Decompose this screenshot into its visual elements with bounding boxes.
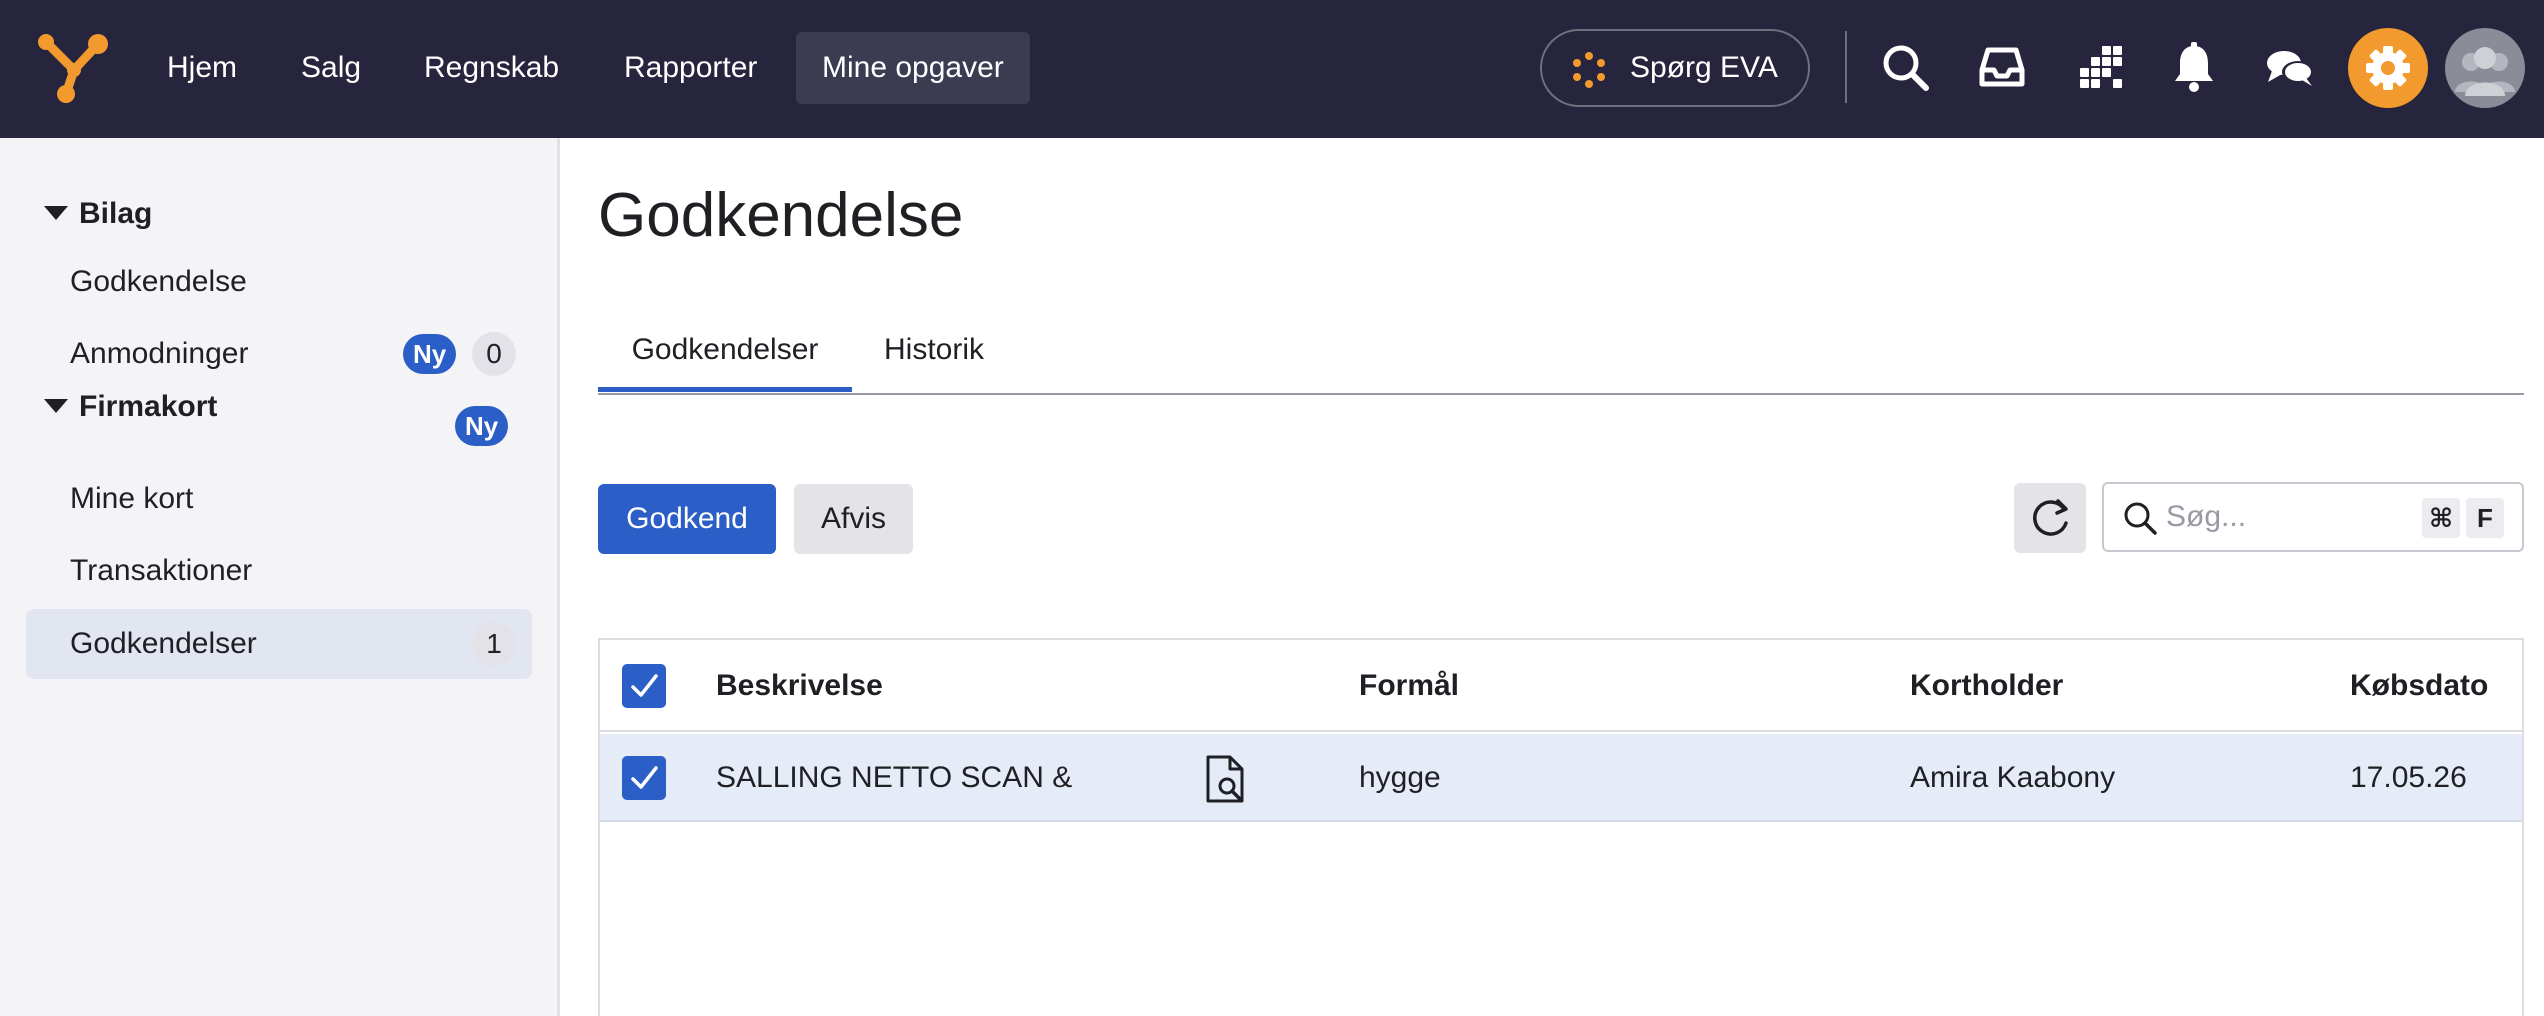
toolbar-divider [1845,31,1847,103]
eva-dots-icon [1570,51,1608,89]
select-all-checkbox[interactable] [622,664,666,708]
column-header-purpose[interactable]: Formål [1359,640,1459,732]
row-checkbox[interactable] [622,756,666,800]
apps-icon[interactable] [2066,36,2130,100]
avatar[interactable] [2445,28,2525,108]
checkmark-icon [631,674,658,697]
table-header: Beskrivelse Formål Kortholder Købsdato [600,640,2522,732]
logo-icon[interactable] [36,30,110,104]
shortcut-cmd-key: ⌘ [2422,498,2460,538]
nav-item-rapporter[interactable]: Rapporter [598,32,783,104]
new-badge: Ny [455,406,509,446]
search-field[interactable]: ⌘ F [2102,482,2524,552]
sidebar: Bilag Godkendelse Anmodninger Ny 0 Firma… [0,138,560,1016]
approvals-table: Beskrivelse Formål Kortholder Købsdato S… [598,638,2524,1016]
sidebar-item-label: Anmodninger [70,337,249,370]
ask-eva-label: Spørg EVA [1630,51,1778,84]
sidebar-item-label: Mine kort [70,482,194,515]
sidebar-item-label: Godkendelse [70,265,247,298]
sidebar-item-label: Godkendelser [70,627,257,660]
sidebar-item-anmodninger[interactable]: Anmodninger Ny 0 [26,319,532,389]
refresh-button[interactable] [2014,483,2086,553]
bell-icon[interactable] [2162,36,2226,100]
column-header-description[interactable]: Beskrivelse [716,640,883,732]
new-badge: Ny [403,334,457,374]
tab-historik[interactable]: Historik [868,322,1000,392]
caret-down-icon [44,206,68,220]
shortcut-f-key: F [2466,498,2504,538]
count-badge: 1 [472,622,516,666]
inbox-icon[interactable] [1970,36,2034,100]
sidebar-item-mine-kort[interactable]: Mine kort [26,464,532,534]
column-header-cardholder[interactable]: Kortholder [1910,640,2063,732]
sidebar-item-transaktioner[interactable]: Transaktioner [26,536,532,606]
refresh-icon [2033,499,2068,536]
nav-item-salg[interactable]: Salg [275,32,387,104]
caret-down-icon [44,399,68,413]
document-preview-icon[interactable] [1204,754,1248,804]
cell-purpose: hygge [1359,761,1441,794]
sidebar-item-godkendelse[interactable]: Godkendelse [26,247,532,317]
search-input[interactable] [2166,494,2406,540]
nav-item-regnskab[interactable]: Regnskab [398,32,585,104]
reject-button[interactable]: Afvis [794,484,913,554]
settings-button[interactable] [2348,28,2428,108]
search-icon[interactable] [1874,36,1938,100]
gear-icon [2366,46,2410,90]
checkmark-icon [631,766,658,789]
tab-godkendelser[interactable]: Godkendelser [598,322,852,392]
count-badge: 0 [472,332,516,376]
page-title: Godkendelse [598,181,964,250]
nav-item-mine-opgaver[interactable]: Mine opgaver [796,32,1030,104]
cell-purchase-date: 17.05.26 [2350,761,2467,794]
tabs-divider [598,393,2524,395]
approve-button[interactable]: Godkend [598,484,776,554]
chat-icon[interactable] [2258,36,2322,100]
sidebar-item-godkendelser[interactable]: Godkendelser 1 [26,609,532,679]
top-navigation-bar: Hjem Salg Regnskab Rapporter Mine opgave… [0,0,2544,138]
sidebar-item-label: Transaktioner [70,554,253,587]
table-row[interactable]: SALLING NETTO SCAN & hygge Amira Kaabony… [600,734,2522,822]
search-icon [2124,502,2157,535]
column-header-purchase-date[interactable]: Købsdato [2350,640,2488,732]
cell-cardholder: Amira Kaabony [1910,761,2116,794]
cell-description: SALLING NETTO SCAN & [716,761,1073,794]
ask-eva-button[interactable]: Spørg EVA [1540,29,1810,107]
nav-item-hjem[interactable]: Hjem [141,32,263,104]
